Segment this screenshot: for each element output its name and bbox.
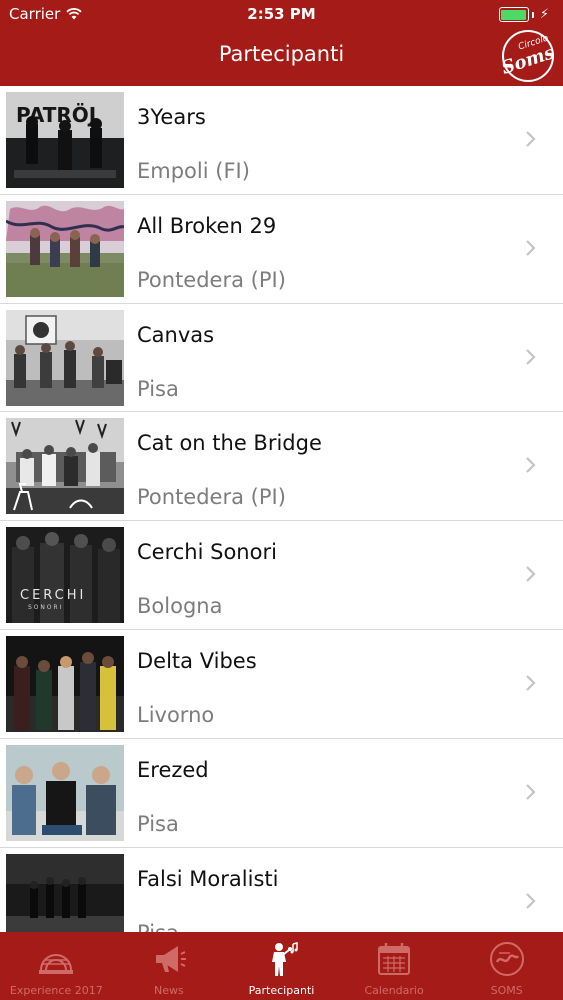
band-name: Cerchi Sonori [137,540,277,565]
list-item[interactable]: Delta Vibes Livorno [0,630,563,739]
calendar-icon [378,943,411,975]
photo-subtext: S O N O R I [28,604,61,611]
tab-partecipanti[interactable]: Partecipanti [225,932,338,1000]
band-name: Canvas [137,322,215,347]
charging-icon: ⚡ [539,7,549,22]
band-name: Erezed [137,757,209,782]
list-item[interactable]: Erezed Pisa [0,739,563,848]
band-name: 3Years [137,105,206,129]
band-city: Bologna [137,594,223,619]
band-photo [6,309,124,406]
band-photo [6,200,124,297]
list-item[interactable]: Canvas Pisa [0,304,563,413]
band-name: Delta Vibes [137,648,257,673]
photo-text: CERCHI [20,588,86,603]
tab-label: News [154,984,184,997]
chevron-right-icon [526,675,536,691]
page-title: Partecipanti [218,42,345,66]
battery-icon [498,7,529,22]
status-bar: Carrier 2:53 PM ⚡ [0,0,563,30]
list-item[interactable]: Falsi Moralisti Pisa [0,848,563,932]
list-item[interactable]: Cat on the Bridge Pontedera (PI) [0,412,563,522]
chevron-right-icon [526,348,536,365]
band-photo [6,853,124,932]
band-city: Livorno [137,702,215,727]
navigation-header: Carrier 2:53 PM ⚡ Partecipanti Circolo S… [0,0,563,86]
tab-calendario[interactable]: Calendario [338,932,451,1000]
participants-list[interactable]: PATRÖJ 3Years Empoli (FI) All Broken 29 … [0,86,563,932]
chevron-right-icon [526,566,536,582]
band-photo [6,418,124,515]
chevron-right-icon [526,784,536,800]
megaphone-icon [155,946,186,972]
tab-soms[interactable]: SOMS [450,932,563,1000]
clock: 2:53 PM [247,5,316,23]
band-city: Pisa [137,921,179,932]
tab-experience[interactable]: Experience 2017 [0,932,113,1000]
battery-indicator: ⚡ [498,7,549,22]
band-name: Falsi Moralisti [137,866,279,891]
tab-label: Calendario [364,984,424,997]
chevron-right-icon [526,892,536,909]
singer-icon [272,942,299,976]
chevron-right-icon [526,131,536,147]
band-city: Pisa [137,376,179,401]
band-city: Pontedera (PI) [137,485,286,510]
chevron-right-icon [526,240,536,256]
tab-label: Partecipanti [248,984,315,997]
chevron-right-icon [526,457,536,474]
band-city: Empoli (FI) [137,159,250,183]
list-item[interactable]: PATRÖJ 3Years Empoli (FI) [0,86,563,195]
tab-label: SOMS [490,984,523,997]
tab-bar: Experience 2017 News Partecipanti Calend… [0,932,563,1000]
list-item[interactable]: All Broken 29 Pontedera (PI) [0,195,563,304]
band-photo: PATRÖJ [6,92,124,188]
band-city: Pontedera (PI) [137,267,286,292]
band-photo [6,635,124,732]
tab-news[interactable]: News [113,932,226,1000]
band-name: All Broken 29 [137,213,277,238]
band-name: Cat on the Bridge [137,431,322,456]
soms-logo[interactable]: Circolo Soms [499,30,557,82]
soms-logo-icon [489,942,524,976]
list-item[interactable]: CERCHI S O N O R I Cerchi Sonori Bologna [0,521,563,630]
tab-label: Experience 2017 [9,984,103,997]
band-photo [6,744,124,841]
band-photo: CERCHI S O N O R I [6,527,124,624]
band-city: Pisa [137,811,179,836]
stage-icon [39,954,74,974]
